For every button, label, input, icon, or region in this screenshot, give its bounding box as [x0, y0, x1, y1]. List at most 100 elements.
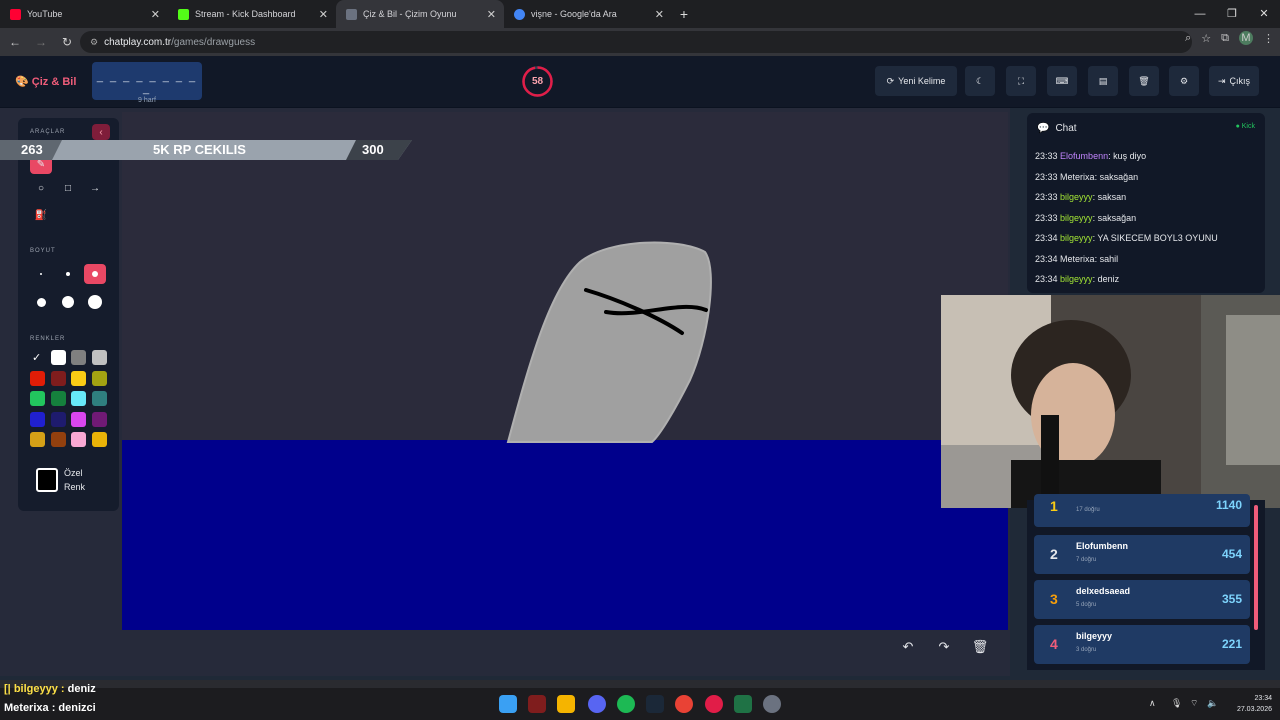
custom-color-line1: Özel [64, 468, 83, 478]
color-swatch[interactable] [71, 370, 86, 386]
leaderboard-row: 4 bilgeyyy 3 doğru 221 [1034, 625, 1250, 664]
color-swatch[interactable] [91, 391, 107, 406]
color-swatch[interactable] [50, 432, 66, 447]
chat-username[interactable]: Meterixa [1060, 254, 1095, 264]
chat-time: 23:33 [1035, 212, 1058, 223]
color-swatch[interactable] [71, 432, 86, 447]
chat-text: deniz [1097, 274, 1120, 284]
fill-bucket-icon[interactable]: ⛽ [30, 205, 52, 225]
leaderboard-points: 355 [1221, 592, 1242, 606]
color-swatch[interactable] [91, 370, 107, 386]
overlay-chat-text: deniz [67, 683, 96, 695]
color-swatch[interactable] [71, 411, 86, 427]
chat-text: saksağan [1099, 171, 1139, 182]
collapse-panel-button[interactable]: ‹ [92, 124, 110, 140]
chat-username[interactable]: bilgeyyy [1060, 233, 1093, 243]
leaderboard-correct-count: 17 doğru [1076, 507, 1100, 513]
leaderboard-row: 3 delxedsaead 5 doğru 355 [1034, 580, 1250, 619]
size-xs-button[interactable] [30, 264, 52, 284]
leaderboard: 1 17 doğru 1140 2 Elofumbenn 7 doğru 454 3 delxe… [1027, 494, 1265, 670]
tools-section-label: ARAÇLAR [30, 129, 66, 135]
leaderboard-rank: 1 [1050, 498, 1058, 514]
file-explorer-icon[interactable] [557, 695, 575, 713]
undo-icon[interactable]: ↶ [897, 636, 919, 658]
leaderboard-scrollbar[interactable] [1254, 505, 1258, 630]
chat-message: 23:33 Meterixa: saksağan [1035, 171, 1139, 182]
overlay-chat-user: bilgeyyy [13, 683, 58, 695]
color-swatch[interactable] [30, 370, 45, 386]
settings-app-icon[interactable] [763, 695, 781, 713]
chat-username[interactable]: bilgeyyy [1060, 192, 1093, 202]
custom-color-line2: Renk [64, 482, 86, 492]
color-swatch[interactable] [91, 411, 107, 427]
chat-username[interactable]: Meterixa [1060, 172, 1095, 182]
chat-text: saksan [1097, 192, 1127, 202]
color-swatch[interactable] [30, 411, 45, 427]
chat-time: 23:34 [1035, 233, 1058, 243]
system-clock[interactable]: 23:34 27.03.2026 [1237, 693, 1272, 715]
rect-tool-button[interactable]: □ [57, 178, 79, 198]
discord-icon[interactable] [588, 695, 606, 713]
size-l-button[interactable] [30, 292, 52, 312]
color-swatch[interactable] [30, 432, 45, 447]
color-swatch[interactable] [50, 391, 66, 406]
chat-bubble-icon: 💬 [1037, 123, 1050, 134]
leaderboard-name: bilgeyyy [1076, 631, 1113, 641]
color-swatch[interactable] [50, 411, 66, 427]
obs-icon[interactable] [705, 695, 723, 713]
steam-icon[interactable] [646, 695, 664, 713]
clear-canvas-icon[interactable]: 🗑 [969, 636, 991, 658]
color-swatch[interactable] [50, 370, 66, 386]
color-swatch[interactable] [71, 350, 86, 365]
color-swatch[interactable] [50, 350, 66, 365]
app-icon[interactable] [528, 695, 546, 713]
platform-name: Kick [1241, 123, 1255, 130]
size-xl-button[interactable] [57, 292, 79, 312]
chat-text: kuş diyo [1113, 151, 1147, 161]
chat-text: sahil [1099, 253, 1119, 264]
leaderboard-points: 1140 [1215, 498, 1242, 512]
volume-icon[interactable]: 🔈 [1207, 698, 1218, 709]
color-swatch[interactable] [91, 432, 107, 447]
chat-username[interactable]: bilgeyyy [1060, 274, 1093, 284]
size-s-button[interactable] [57, 264, 79, 284]
overlay-chat-user: Meterixa [4, 702, 49, 714]
spotify-icon[interactable] [617, 695, 635, 713]
custom-color-button[interactable] [36, 468, 58, 492]
leaderboard-name: delxedsaead [1076, 586, 1131, 596]
colors-section-label: RENKLER [30, 336, 66, 342]
color-swatch[interactable] [71, 391, 86, 406]
color-swatch[interactable] [30, 391, 45, 406]
excel-icon[interactable] [734, 695, 752, 713]
leaderboard-points: 454 [1221, 547, 1242, 561]
banner-title: 5K RP CEKILIS [153, 142, 246, 157]
chat-username[interactable]: bilgeyyy [1060, 213, 1093, 223]
chat-time: 23:33 [1035, 192, 1058, 202]
size-m-button[interactable] [84, 264, 106, 284]
leaderboard-points: 221 [1221, 637, 1242, 651]
windows-start-icon[interactable] [499, 695, 517, 713]
tray-chevron-icon[interactable]: ∧ [1149, 698, 1156, 709]
chat-username[interactable]: Elofumbenn [1060, 151, 1108, 161]
circle-tool-button[interactable]: ○ [30, 178, 52, 198]
redo-icon[interactable]: ↷ [933, 636, 955, 658]
chat-time: 23:34 [1035, 274, 1058, 284]
chat-text: YA SIKECEM BOYL3 OYUNU [1097, 233, 1218, 243]
chat-message: 23:34 bilgeyyy: deniz [1035, 274, 1120, 284]
size-xxl-button[interactable] [84, 292, 106, 312]
microphone-icon[interactable]: 🎙 [1171, 698, 1182, 709]
chat-message: 23:34 Meterixa: sahil [1035, 253, 1119, 264]
checkmark-icon: ✓ [32, 352, 42, 364]
chrome-icon[interactable] [675, 695, 693, 713]
chat-time: 23:34 [1035, 253, 1058, 264]
chat-text: saksağan [1097, 212, 1137, 223]
arrow-tool-button[interactable]: → [84, 178, 106, 198]
network-icon[interactable]: ⌔ [1190, 698, 1198, 709]
chat-title: Chat [1055, 123, 1077, 134]
custom-color-label: Özel Renk [64, 466, 85, 494]
banner-left-number: 263 [21, 142, 43, 157]
color-swatch[interactable] [91, 350, 107, 365]
leaderboard-rank: 4 [1050, 636, 1058, 652]
platform-status: ● Kick [1235, 123, 1255, 130]
windows-taskbar [0, 688, 1280, 720]
